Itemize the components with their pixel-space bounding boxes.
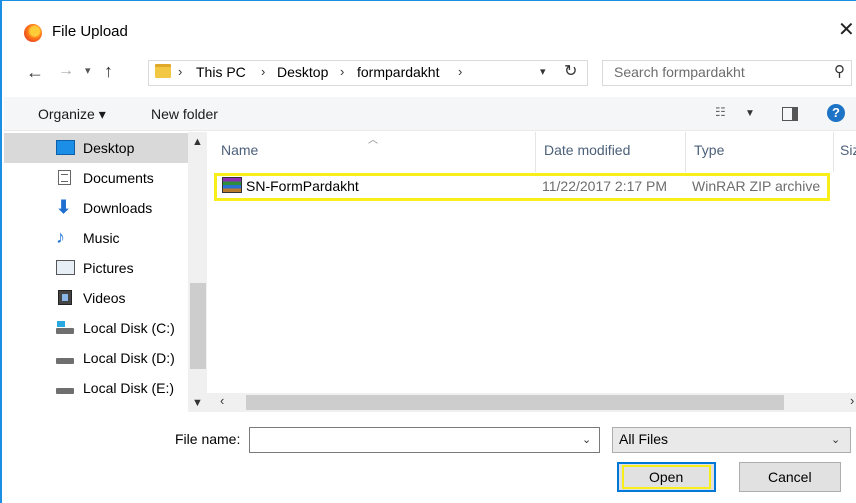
local-disk-c-icon: [56, 320, 75, 335]
breadcrumb-formpardakht[interactable]: formpardakht: [357, 64, 439, 80]
open-button-label: Open: [649, 469, 684, 485]
help-icon[interactable]: ?: [827, 104, 845, 122]
sidebar-item-label: Music: [83, 230, 120, 246]
sidebar-item-local-disk-e[interactable]: Local Disk (E:): [4, 373, 190, 403]
sidebar-item-label: Pictures: [83, 260, 134, 276]
new-folder-button[interactable]: New folder: [151, 106, 218, 122]
downloads-icon: ⬇: [56, 197, 72, 217]
music-icon: ♪: [56, 227, 65, 247]
firefox-icon: [24, 24, 42, 42]
column-header-type[interactable]: Type: [694, 142, 724, 158]
sidebar-item-label: Desktop: [83, 140, 135, 156]
recent-locations-chevron-icon[interactable]: ▾: [85, 64, 91, 77]
column-divider[interactable]: [535, 132, 536, 172]
close-icon[interactable]: ✕: [838, 18, 855, 42]
search-placeholder: Search formpardakht: [614, 64, 745, 80]
horizontal-scroll-thumb[interactable]: [246, 395, 784, 410]
sidebar-item-pictures[interactable]: Pictures: [4, 253, 190, 283]
address-dropdown-chevron-icon[interactable]: ▾: [540, 65, 546, 78]
sidebar-item-local-disk-c[interactable]: Local Disk (C:): [4, 313, 190, 343]
scroll-up-chevron-icon[interactable]: ▲: [192, 136, 203, 148]
desktop-icon: [56, 140, 75, 155]
cancel-button-label: Cancel: [768, 469, 812, 485]
sidebar-item-label: Local Disk (D:): [83, 350, 175, 366]
toolbar: [4, 97, 856, 131]
column-header-date-modified[interactable]: Date modified: [544, 142, 630, 158]
sidebar-item-label: Documents: [83, 170, 154, 186]
breadcrumb-chevron-icon[interactable]: ›: [458, 64, 462, 79]
breadcrumb-chevron-icon[interactable]: ›: [261, 64, 265, 79]
sidebar-item-downloads[interactable]: ⬇ Downloads: [4, 193, 190, 223]
sidebar-item-label: Local Disk (E:): [83, 380, 175, 396]
scroll-down-chevron-icon[interactable]: ▼: [192, 397, 203, 409]
view-options-icon[interactable]: ☷: [715, 105, 726, 119]
back-arrow-icon[interactable]: ←: [26, 62, 44, 83]
breadcrumb-this-pc[interactable]: This PC: [196, 64, 246, 80]
local-disk-e-icon: [56, 380, 75, 395]
winrar-archive-icon: [222, 177, 242, 193]
breadcrumb-chevron-icon[interactable]: ›: [178, 64, 182, 79]
column-divider[interactable]: [685, 132, 686, 172]
window-title: File Upload: [52, 23, 128, 40]
sidebar-item-label: Downloads: [83, 200, 153, 216]
refresh-icon[interactable]: ↻: [564, 61, 577, 81]
navigation-pane: Desktop Documents ⬇ Downloads ♪ Music Pi…: [4, 132, 207, 412]
column-header-name[interactable]: Name: [221, 142, 258, 158]
breadcrumb-chevron-icon[interactable]: ›: [340, 64, 344, 79]
sidebar-item-music[interactable]: ♪ Music: [4, 223, 190, 253]
sidebar-item-label: Videos: [83, 290, 126, 306]
sidebar-item-documents[interactable]: Documents: [4, 163, 190, 193]
organize-button[interactable]: Organize ▾: [38, 106, 106, 123]
sidebar-item-desktop[interactable]: Desktop: [4, 133, 190, 163]
file-name-label: File name:: [175, 431, 241, 447]
navigation-scrollbar[interactable]: [188, 132, 207, 412]
file-upload-dialog: File Upload ✕ ← → ▾ ↑ › This PC › Deskto…: [0, 0, 856, 503]
file-name-dropdown-chevron-icon[interactable]: ⌄: [582, 433, 591, 446]
file-type: WinRAR ZIP archive: [692, 178, 821, 194]
breadcrumb-desktop[interactable]: Desktop: [277, 64, 328, 80]
up-arrow-icon[interactable]: ↑: [104, 61, 113, 82]
sidebar-item-label: Local Disk (C:): [83, 320, 175, 336]
forward-arrow-icon[interactable]: →: [58, 62, 74, 80]
navigation-scroll-thumb[interactable]: [190, 283, 206, 369]
file-name-input[interactable]: [249, 427, 600, 453]
filter-dropdown-chevron-icon[interactable]: ⌄: [831, 433, 840, 446]
sidebar-item-local-disk-d[interactable]: Local Disk (D:): [4, 343, 190, 373]
sidebar-item-videos[interactable]: Videos: [4, 283, 190, 313]
column-divider[interactable]: [833, 132, 834, 172]
sort-ascending-caret-icon: ︿: [368, 135, 378, 146]
videos-icon: [58, 290, 72, 305]
documents-icon: [58, 170, 71, 185]
column-header-size[interactable]: Siz: [840, 142, 856, 158]
file-name[interactable]: SN-FormPardakht: [246, 178, 359, 194]
preview-pane-icon[interactable]: [782, 107, 798, 121]
scroll-right-chevron-icon[interactable]: ›: [850, 393, 854, 408]
view-dropdown-chevron-icon[interactable]: ▼: [745, 108, 755, 119]
file-type-filter-value: All Files: [619, 431, 669, 447]
local-disk-d-icon: [56, 350, 75, 365]
folder-icon: [155, 64, 171, 78]
scroll-left-chevron-icon[interactable]: ‹: [220, 393, 224, 408]
search-icon[interactable]: ⚲: [834, 62, 845, 80]
pictures-icon: [56, 260, 75, 275]
file-date-modified: 11/22/2017 2:17 PM: [542, 178, 668, 194]
